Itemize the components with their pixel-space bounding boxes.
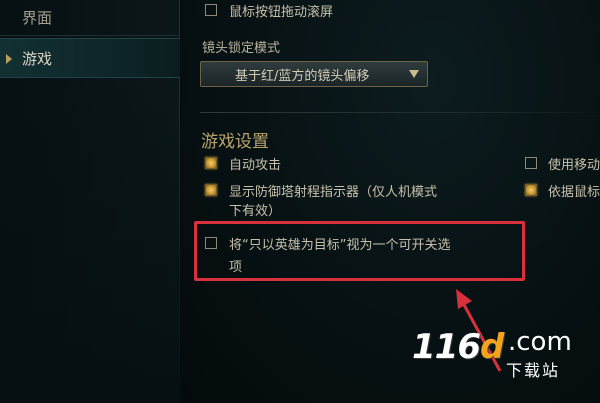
camera-lock-selected: 基于红/蓝方的镜头偏移 [235, 68, 370, 84]
section-divider [200, 112, 600, 113]
sidebar-divider [0, 35, 180, 36]
highlight-annotation-box [194, 221, 525, 281]
site-watermark: 116d .com 下载站 [408, 323, 598, 401]
mouse-based-label: 依据鼠标 [548, 185, 600, 200]
sidebar-item-label: 游戏 [22, 49, 53, 68]
tower-range-label-line2: 下有效） [229, 204, 282, 219]
watermark-letter: d [479, 327, 504, 367]
drag-scroll-checkbox[interactable] [205, 4, 217, 16]
sidebar-background [0, 80, 180, 403]
sidebar-item-label: 界面 [22, 8, 53, 27]
watermark-logo: 116d [412, 327, 504, 367]
settings-sidebar: 界面 游戏 [0, 0, 180, 403]
mouse-based-checkbox[interactable] [525, 184, 537, 196]
watermark-domain: .com [508, 327, 572, 357]
dropdown-arrow-icon [409, 70, 419, 78]
camera-lock-label: 镜头锁定模式 [202, 41, 281, 56]
watermark-number: 116 [412, 327, 481, 367]
tower-range-label-line1: 显示防御塔射程指示器（仅人机模式 [229, 185, 438, 200]
watermark-subtitle: 下载站 [506, 361, 561, 380]
auto-attack-checkbox[interactable] [205, 157, 217, 169]
tower-range-checkbox[interactable] [205, 184, 217, 196]
use-move-checkbox[interactable] [525, 157, 537, 169]
sidebar-item-game[interactable]: 游戏 [0, 38, 180, 78]
game-settings-title: 游戏设置 [201, 132, 269, 152]
auto-attack-label: 自动攻击 [229, 158, 282, 173]
sidebar-item-interface[interactable]: 界面 [0, 0, 180, 34]
camera-lock-dropdown[interactable]: 基于红/蓝方的镜头偏移 [200, 61, 428, 87]
use-move-label: 使用移动 [548, 158, 600, 173]
drag-scroll-label: 鼠标按钮拖动滚屏 [229, 5, 334, 20]
